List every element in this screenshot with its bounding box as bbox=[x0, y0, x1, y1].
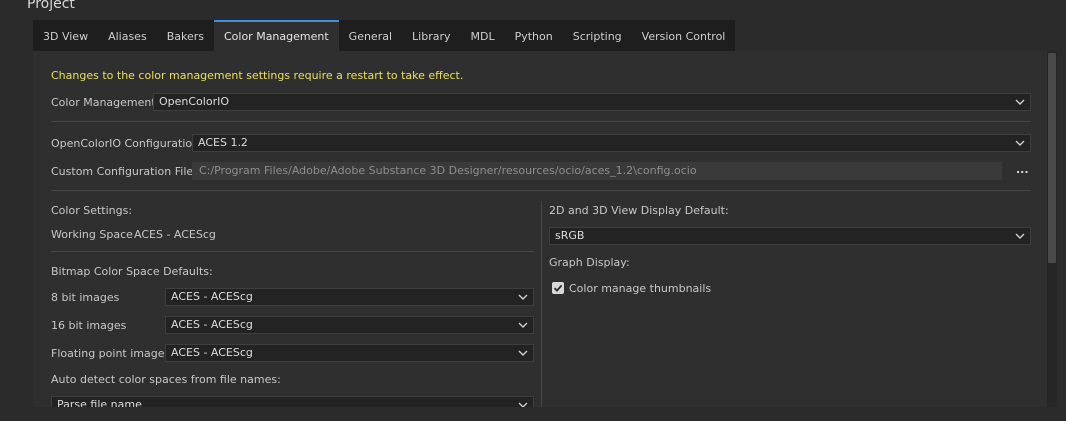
auto-detect-value: Parse file name bbox=[57, 398, 142, 407]
auto-detect-label: Auto detect color spaces from file names… bbox=[51, 373, 281, 386]
color-management-value: OpenColorIO bbox=[159, 95, 230, 108]
tab-bakers[interactable]: Bakers bbox=[157, 20, 214, 51]
view-display-value: sRGB bbox=[555, 229, 585, 242]
divider bbox=[51, 121, 1031, 122]
chevron-down-icon bbox=[518, 294, 528, 300]
column-divider bbox=[541, 201, 542, 407]
color-manage-thumbnails-checkbox[interactable] bbox=[552, 282, 564, 294]
chevron-down-icon bbox=[518, 350, 528, 356]
restart-notice: Changes to the color management settings… bbox=[51, 69, 464, 82]
view-display-heading: 2D and 3D View Display Default: bbox=[549, 204, 729, 217]
tab-3d-view[interactable]: 3D View bbox=[33, 20, 98, 51]
view-display-select[interactable]: sRGB bbox=[549, 227, 1031, 245]
chevron-down-icon bbox=[518, 322, 528, 328]
bitmap-16bit-select[interactable]: ACES - ACEScg bbox=[165, 316, 534, 334]
working-space-label: Working Space bbox=[51, 228, 133, 241]
tab-bar: 3D View Aliases Bakers Color Management … bbox=[33, 20, 736, 51]
divider bbox=[51, 251, 534, 252]
custom-config-label: Custom Configuration File bbox=[51, 165, 194, 178]
tab-mdl[interactable]: MDL bbox=[461, 20, 505, 51]
color-settings-heading: Color Settings: bbox=[51, 204, 133, 217]
settings-panel: Changes to the color management settings… bbox=[33, 51, 1057, 407]
working-space-value: ACES - ACEScg bbox=[134, 228, 216, 241]
color-management-label: Color Management bbox=[51, 96, 156, 109]
vertical-scrollbar[interactable] bbox=[1047, 51, 1057, 407]
browse-button[interactable]: ... bbox=[1016, 163, 1029, 176]
bitmap-float-select[interactable]: ACES - ACEScg bbox=[165, 344, 534, 362]
bitmap-8bit-value: ACES - ACEScg bbox=[171, 290, 253, 303]
bitmap-16bit-label: 16 bit images bbox=[51, 319, 127, 332]
ocio-config-select[interactable]: ACES 1.2 bbox=[192, 134, 1031, 152]
tab-color-management[interactable]: Color Management bbox=[213, 20, 339, 51]
bitmap-defaults-heading: Bitmap Color Space Defaults: bbox=[51, 265, 213, 278]
color-management-select[interactable]: OpenColorIO bbox=[153, 93, 1031, 111]
bitmap-8bit-label: 8 bit images bbox=[51, 291, 120, 304]
bitmap-8bit-select[interactable]: ACES - ACEScg bbox=[165, 288, 534, 306]
tab-library[interactable]: Library bbox=[402, 20, 460, 51]
tab-scripting[interactable]: Scripting bbox=[563, 20, 632, 51]
chevron-down-icon bbox=[1015, 140, 1025, 146]
color-manage-thumbnails-label[interactable]: Color manage thumbnails bbox=[569, 282, 711, 295]
auto-detect-select[interactable]: Parse file name bbox=[51, 396, 534, 407]
tab-version-control[interactable]: Version Control bbox=[632, 20, 736, 51]
window-title: Project bbox=[27, 0, 75, 12]
chevron-down-icon bbox=[518, 402, 528, 407]
bitmap-16bit-value: ACES - ACEScg bbox=[171, 318, 253, 331]
bitmap-float-label: Floating point images bbox=[51, 347, 171, 360]
ocio-config-value: ACES 1.2 bbox=[198, 136, 248, 149]
tab-python[interactable]: Python bbox=[505, 20, 563, 51]
custom-config-path-field[interactable]: C:/Program Files/Adobe/Adobe Substance 3… bbox=[192, 162, 1002, 180]
checkmark-icon bbox=[553, 284, 563, 292]
chevron-down-icon bbox=[1015, 233, 1025, 239]
divider bbox=[51, 190, 1031, 191]
graph-display-heading: Graph Display: bbox=[549, 256, 630, 269]
bitmap-float-value: ACES - ACEScg bbox=[171, 346, 253, 359]
scrollbar-thumb[interactable] bbox=[1048, 53, 1056, 263]
ocio-config-label: OpenColorIO Configuration bbox=[51, 137, 200, 150]
tab-general[interactable]: General bbox=[339, 20, 402, 51]
chevron-down-icon bbox=[1015, 99, 1025, 105]
tab-aliases[interactable]: Aliases bbox=[98, 20, 157, 51]
